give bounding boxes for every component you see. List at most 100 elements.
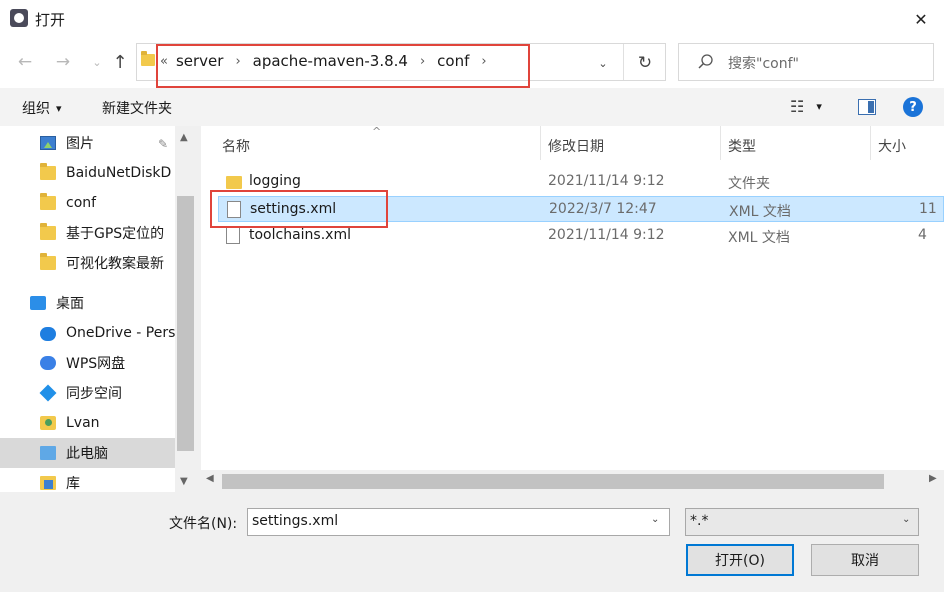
new-folder-button[interactable]: 新建文件夹 (102, 98, 172, 118)
sidebar-item[interactable]: 可视化教案最新 (0, 248, 175, 278)
column-divider[interactable] (870, 126, 871, 160)
window-title: 打开 (35, 11, 66, 29)
column-divider[interactable] (720, 126, 721, 160)
app-icon (10, 9, 28, 27)
desktop-icon (30, 296, 46, 310)
sidebar-item-label: OneDrive - Pers (66, 325, 175, 341)
sidebar-item-label: 基于GPS定位的 (66, 226, 165, 242)
sidebar-item-label: 此电脑 (66, 446, 108, 462)
sidebar-item[interactable]: 同步空间 (0, 378, 175, 408)
sidebar-item[interactable]: Lvan (0, 408, 175, 438)
open-button[interactable]: 打开(O) (686, 544, 794, 576)
file-date: 2021/11/14 9:12 (548, 173, 665, 189)
sidebar-item[interactable]: 库 (0, 468, 175, 498)
sidebar-item-label: 库 (66, 476, 80, 492)
search-icon (698, 54, 713, 69)
library-icon (40, 476, 56, 490)
chevron-down-icon[interactable]: ⌄ (902, 514, 910, 525)
search-placeholder: 搜索"conf" (728, 56, 799, 72)
onedrive-icon (40, 327, 56, 341)
wps-cloud-icon (40, 356, 56, 370)
organize-label: 组织 (22, 101, 50, 117)
column-header-type[interactable]: 类型 (728, 136, 756, 156)
change-view-button[interactable]: ☷ ▾ (790, 97, 822, 116)
organize-button[interactable]: 组织 ▾ (22, 98, 62, 118)
scroll-left-icon[interactable]: ◀ (206, 473, 214, 484)
folder-icon (40, 163, 56, 180)
preview-pane-button[interactable] (858, 99, 876, 115)
horizontal-scrollbar-thumb[interactable] (222, 474, 884, 489)
pictures-icon (40, 136, 56, 150)
title-bar (0, 0, 944, 38)
file-type-filter-select[interactable] (685, 508, 919, 536)
search-input[interactable] (678, 43, 934, 81)
sidebar-item[interactable]: 图片 (0, 128, 175, 158)
sidebar-item[interactable]: WPS网盘 (0, 348, 175, 378)
sidebar-item-label: Lvan (66, 415, 100, 431)
sidebar-item-label: BaiduNetDiskD (66, 165, 172, 181)
dropdown-arrow-icon: ▾ (816, 100, 822, 113)
file-date: 2022/3/7 12:47 (549, 201, 657, 217)
file-highlight-box (210, 190, 388, 228)
help-icon[interactable]: ? (903, 97, 923, 117)
sidebar-item-label: 同步空间 (66, 386, 122, 402)
chevron-down-icon: ⌄ (598, 56, 608, 70)
sync-space-icon (39, 384, 57, 402)
column-header-date[interactable]: 修改日期 (548, 136, 604, 156)
sort-ascending-icon: ^ (372, 125, 382, 138)
scroll-right-icon[interactable]: ▶ (929, 473, 937, 484)
filename-label: 文件名(N): (169, 516, 238, 532)
sidebar-item[interactable]: 桌面 (0, 288, 175, 318)
folder-icon (40, 193, 56, 210)
sidebar-item-label: 可视化教案最新 (66, 256, 164, 272)
this-pc-icon (40, 446, 56, 460)
column-divider[interactable] (540, 126, 541, 160)
refresh-icon: ↻ (637, 53, 653, 73)
sidebar-item[interactable]: 基于GPS定位的 (0, 218, 175, 248)
user-folder-icon (40, 416, 56, 430)
sidebar-item[interactable]: conf (0, 188, 175, 218)
file-type-filter-value: *.* (690, 513, 709, 529)
back-button[interactable]: ← (12, 49, 38, 75)
address-highlight-box (156, 44, 530, 88)
dropdown-arrow-icon: ▾ (56, 101, 62, 115)
refresh-button[interactable]: ↻ (632, 50, 658, 76)
up-arrow-icon: ↑ (112, 51, 128, 73)
file-type: 文件夹 (728, 176, 770, 192)
folder-icon (40, 223, 56, 240)
column-header-name[interactable]: 名称 (222, 136, 250, 156)
sidebar-item[interactable]: 此电脑 (0, 438, 175, 468)
forward-button[interactable]: → (50, 49, 76, 75)
filename-value: settings.xml (252, 513, 339, 529)
scroll-down-icon[interactable]: ▼ (180, 476, 188, 487)
divider (623, 44, 624, 80)
sidebar-item-label: 图片 (66, 136, 94, 152)
file-date: 2021/11/14 9:12 (548, 227, 665, 243)
up-button[interactable]: ↑ (107, 49, 133, 75)
address-dropdown-button[interactable]: ⌄ (592, 52, 614, 74)
folder-icon (226, 176, 242, 189)
xml-file-icon (226, 227, 240, 244)
file-name: toolchains.xml (249, 227, 351, 243)
back-arrow-icon: ← (17, 52, 33, 72)
file-size: 11 (919, 201, 937, 217)
sidebar-item-label: 桌面 (56, 296, 84, 312)
sidebar-item-label: conf (66, 195, 97, 211)
cancel-button[interactable]: 取消 (811, 544, 919, 576)
column-header-size[interactable]: 大小 (878, 136, 906, 156)
file-size: 4 (918, 227, 927, 243)
sidebar-item-label: WPS网盘 (66, 356, 126, 372)
scroll-up-icon[interactable]: ▲ (180, 132, 188, 143)
close-button[interactable]: ✕ (898, 0, 944, 38)
file-name: logging (249, 173, 301, 189)
folder-icon (141, 51, 155, 66)
chevron-down-icon[interactable]: ⌄ (651, 514, 659, 525)
sidebar-item[interactable]: OneDrive - Pers (0, 318, 175, 348)
close-icon: ✕ (914, 9, 928, 29)
file-type: XML 文档 (728, 230, 790, 246)
forward-arrow-icon: → (55, 52, 71, 72)
sidebar-item[interactable]: BaiduNetDiskD (0, 158, 175, 188)
nav-scrollbar-thumb[interactable] (177, 196, 194, 451)
pin-icon: ✎ (158, 137, 169, 151)
file-type: XML 文档 (729, 204, 791, 220)
